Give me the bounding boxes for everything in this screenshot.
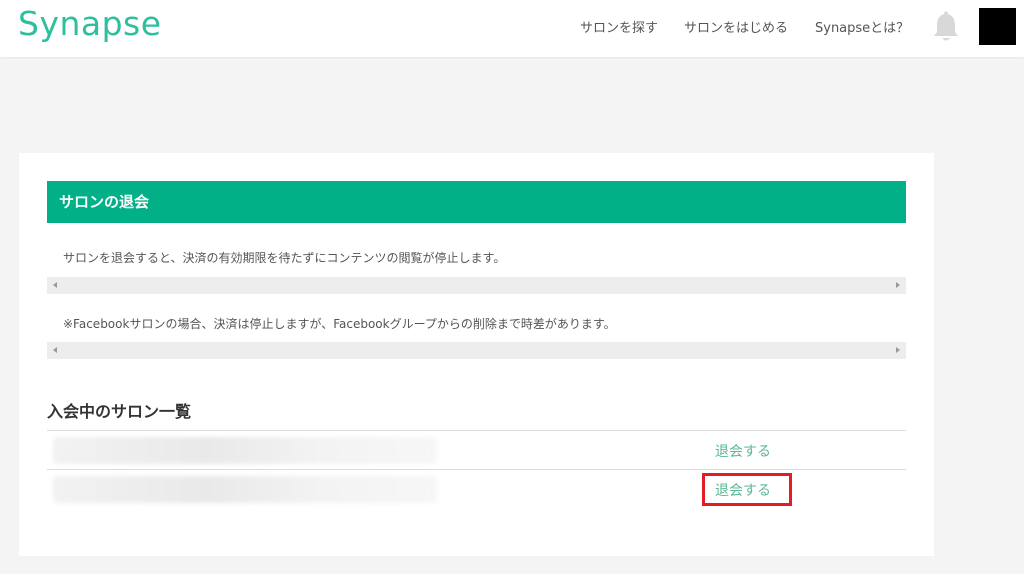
- user-avatar[interactable]: [979, 8, 1016, 45]
- joined-salons-title: 入会中のサロン一覧: [47, 402, 192, 421]
- salon-name-blurred: [53, 476, 437, 503]
- nav-about-synapse[interactable]: Synapseとは？: [815, 17, 909, 36]
- nav-find-salon[interactable]: サロンを探す: [580, 17, 658, 36]
- synapse-logo[interactable]: Synapse: [18, 4, 162, 43]
- salon-row: 退会する: [47, 469, 906, 508]
- salon-name-blurred: [53, 437, 437, 464]
- horizontal-scrollbar[interactable]: [47, 342, 906, 359]
- site-header: Synapse サロンを探す サロンをはじめる Synapseとは？: [0, 0, 1024, 57]
- section-title: サロンの退会: [47, 181, 906, 223]
- horizontal-scrollbar[interactable]: [47, 277, 906, 294]
- scroll-right-icon[interactable]: [896, 282, 900, 288]
- nav-start-salon[interactable]: サロンをはじめる: [684, 17, 788, 36]
- bell-icon-svg: [934, 11, 958, 41]
- bell-icon[interactable]: [931, 11, 961, 45]
- leave-salon-button[interactable]: 退会する: [715, 441, 771, 461]
- scroll-left-icon[interactable]: [53, 347, 57, 353]
- leave-salon-button[interactable]: 退会する: [715, 480, 771, 500]
- scroll-left-icon[interactable]: [53, 282, 57, 288]
- scroll-right-icon[interactable]: [896, 347, 900, 353]
- facebook-note: ※Facebookサロンの場合、決済は停止しますが、Facebookグループから…: [63, 317, 616, 331]
- salon-withdraw-card: サロンの退会 サロンを退会すると、決済の有効期限を待たずにコンテンツの閲覧が停止…: [19, 153, 934, 556]
- salon-row: 退会する: [47, 430, 906, 469]
- salon-list: 退会する 退会する: [47, 430, 906, 508]
- withdraw-note: サロンを退会すると、決済の有効期限を待たずにコンテンツの閲覧が停止します。: [63, 251, 506, 265]
